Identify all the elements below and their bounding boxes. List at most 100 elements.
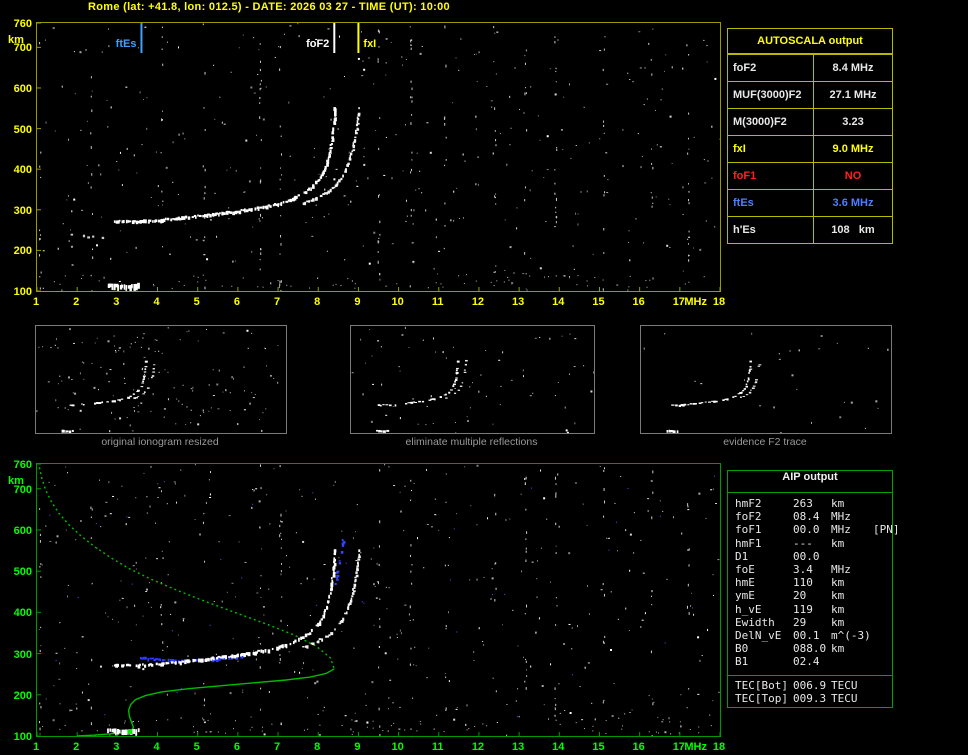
y-axis-tick-label: 500 <box>13 566 32 579</box>
marker-label-foF2: foF2 <box>306 38 329 50</box>
aip-table-row: foF2 08.4 MHz <box>735 510 892 523</box>
y-axis-tick-label: 200 <box>13 245 32 258</box>
autoscala-output-table: AUTOSCALA output foF2 8.4 MHz MUF(3000)F2 27… <box>727 28 893 244</box>
x-axis-tick-label: 18 <box>712 741 726 753</box>
thumbnail-canvas <box>36 327 279 434</box>
x-axis-tick-label: 6 <box>233 741 240 753</box>
aip-row-unit: km <box>831 536 845 550</box>
aip-table-row: D1 00.0 <box>735 550 892 563</box>
x-axis-tick-label: 15 <box>592 741 605 753</box>
aip-row-unit: MHz <box>831 510 851 524</box>
aip-row-note <box>873 679 892 692</box>
y-axis-tick-label: 760 <box>13 459 32 471</box>
x-axis-tick-label: 2 <box>73 741 80 753</box>
aip-row-value: 20 <box>793 589 807 603</box>
marker-label-fxI: fxI <box>363 38 376 50</box>
aip-row-value: 29 <box>793 615 807 629</box>
autoscala-row-label: foF1 <box>728 163 814 189</box>
aip-table-row: B1 02.4 <box>735 655 892 668</box>
x-axis-tick-label: 16 <box>632 296 645 308</box>
thumbnail-original-ionogram <box>35 325 287 434</box>
x-axis-tick-label: 18 <box>712 296 726 308</box>
aip-row-unit <box>831 655 873 668</box>
top-ionogram-plot: ftEs foF2 fxI <box>36 22 722 293</box>
y-axis-tick-label: 400 <box>13 607 32 620</box>
aip-row-label: TEC[Top] <box>735 691 788 705</box>
aip-row-label: D1 <box>735 549 749 563</box>
bottom-profile-canvas <box>36 463 721 737</box>
aip-row-label: hmE <box>735 576 755 590</box>
aip-table-row: TEC[Top] 009.3 TECU <box>735 692 892 705</box>
y-axis-tick-label: 400 <box>13 164 32 177</box>
x-axis-tick-label: 9 <box>354 296 361 308</box>
aip-table-header: AIP output <box>728 471 892 493</box>
autoscala-table-row: h'Es 108 km <box>728 216 892 243</box>
x-axis-tick-label: 4 <box>153 296 160 308</box>
autoscala-row-label: ftEs <box>728 190 814 216</box>
aip-row-note <box>873 616 892 629</box>
thumbnail-caption-original: original ionogram resized <box>101 436 219 448</box>
aip-table-row: DelN_vE 00.1 m^(-3) <box>735 629 892 642</box>
autoscala-table-row: ftEs 3.6 MHz <box>728 189 892 216</box>
x-axis-tick-label: 8 <box>314 741 321 753</box>
x-axis-tick-label: 10 <box>391 296 404 308</box>
aip-row-value: 009.3 <box>793 691 827 705</box>
y-axis-tick-label: 600 <box>13 524 32 537</box>
aip-output-table: AIP output hmF2 263 km foF2 08.4 MHz foF1 00.0 MH… <box>727 470 900 709</box>
x-axis-tick-label: 10 <box>391 741 404 753</box>
marker-label-ftEs: ftEs <box>116 38 137 50</box>
aip-row-unit: km <box>831 497 845 510</box>
autoscala-row-label: h'Es <box>728 217 814 243</box>
aip-table-row: foE 3.4 MHz <box>735 563 892 576</box>
aip-row-label: foF2 <box>735 510 762 524</box>
x-axis-tick-label: 1 <box>32 741 40 753</box>
aip-row-note <box>873 629 892 642</box>
aip-table-row: ymE 20 km <box>735 589 892 602</box>
aip-row-value: 00.1 <box>793 629 820 643</box>
aip-table-row: TEC[Bot] 006.9 TECU <box>735 679 892 692</box>
x-axis-tick-label: 5 <box>193 296 200 308</box>
x-axis-tick-label: 1 <box>32 296 40 308</box>
aip-row-note <box>873 589 892 602</box>
autoscala-row-label: MUF(3000)F2 <box>728 82 814 108</box>
autoscala-table-row: MUF(3000)F2 27.1 MHz <box>728 81 892 108</box>
aip-row-label: B1 <box>735 655 749 669</box>
aip-row-value: 263 <box>793 497 813 510</box>
y-axis-tick-label: 200 <box>13 689 32 702</box>
x-axis-tick-label: 3 <box>113 741 120 753</box>
aip-table-row: h_vE 119 km <box>735 603 892 616</box>
x-axis-tick-label: 13 <box>511 741 525 753</box>
aip-table-row: hmF2 263 km <box>735 497 892 510</box>
aip-row-unit: MHz <box>831 563 851 577</box>
aip-row-label: hmF2 <box>735 497 762 510</box>
aip-row-label: Ewidth <box>735 615 775 629</box>
x-axis-tick-label: 6 <box>233 296 240 308</box>
y-axis-tick-label: 600 <box>13 82 32 95</box>
aip-table-row: Ewidth 29 km <box>735 616 892 629</box>
x-axis-tick-label: 11 <box>431 296 444 308</box>
aip-row-unit <box>831 550 873 563</box>
aip-row-note <box>873 603 892 616</box>
autoscala-table-row: foF1 NO <box>728 162 892 189</box>
aip-row-unit: km <box>831 642 845 656</box>
x-axis-tick-label: 5 <box>193 741 200 753</box>
x-axis-tick-label: 15 <box>592 296 605 308</box>
x-axis-tick-label: 9 <box>354 741 361 753</box>
autoscala-table-row: M(3000)F2 3.23 <box>728 108 892 135</box>
aip-row-label: foE <box>735 563 755 577</box>
thumbnail-caption-reflections: eliminate multiple reflections <box>405 436 538 448</box>
aip-row-label: foF1 <box>735 523 762 537</box>
x-axis-tick-label: 11 <box>431 741 444 753</box>
aip-row-unit: TECU <box>831 678 858 692</box>
top-ionogram-canvas: ftEs foF2 fxI <box>36 22 722 293</box>
aip-table-row: B0 088.0 km <box>735 642 892 655</box>
x-axis-tick-label: 14 <box>552 296 565 308</box>
aip-row-note <box>873 655 892 668</box>
bottom-profile-plot <box>36 463 721 737</box>
aip-row-unit: TECU <box>831 691 858 705</box>
x-axis-tick-label: 14 <box>552 741 565 753</box>
x-axis-tick-label: 7 <box>273 296 281 308</box>
x-axis-tick-label: 2 <box>73 296 80 308</box>
autoscala-row-value: 8.4 MHz <box>832 62 874 74</box>
y-axis-tick-label: 500 <box>13 123 32 136</box>
